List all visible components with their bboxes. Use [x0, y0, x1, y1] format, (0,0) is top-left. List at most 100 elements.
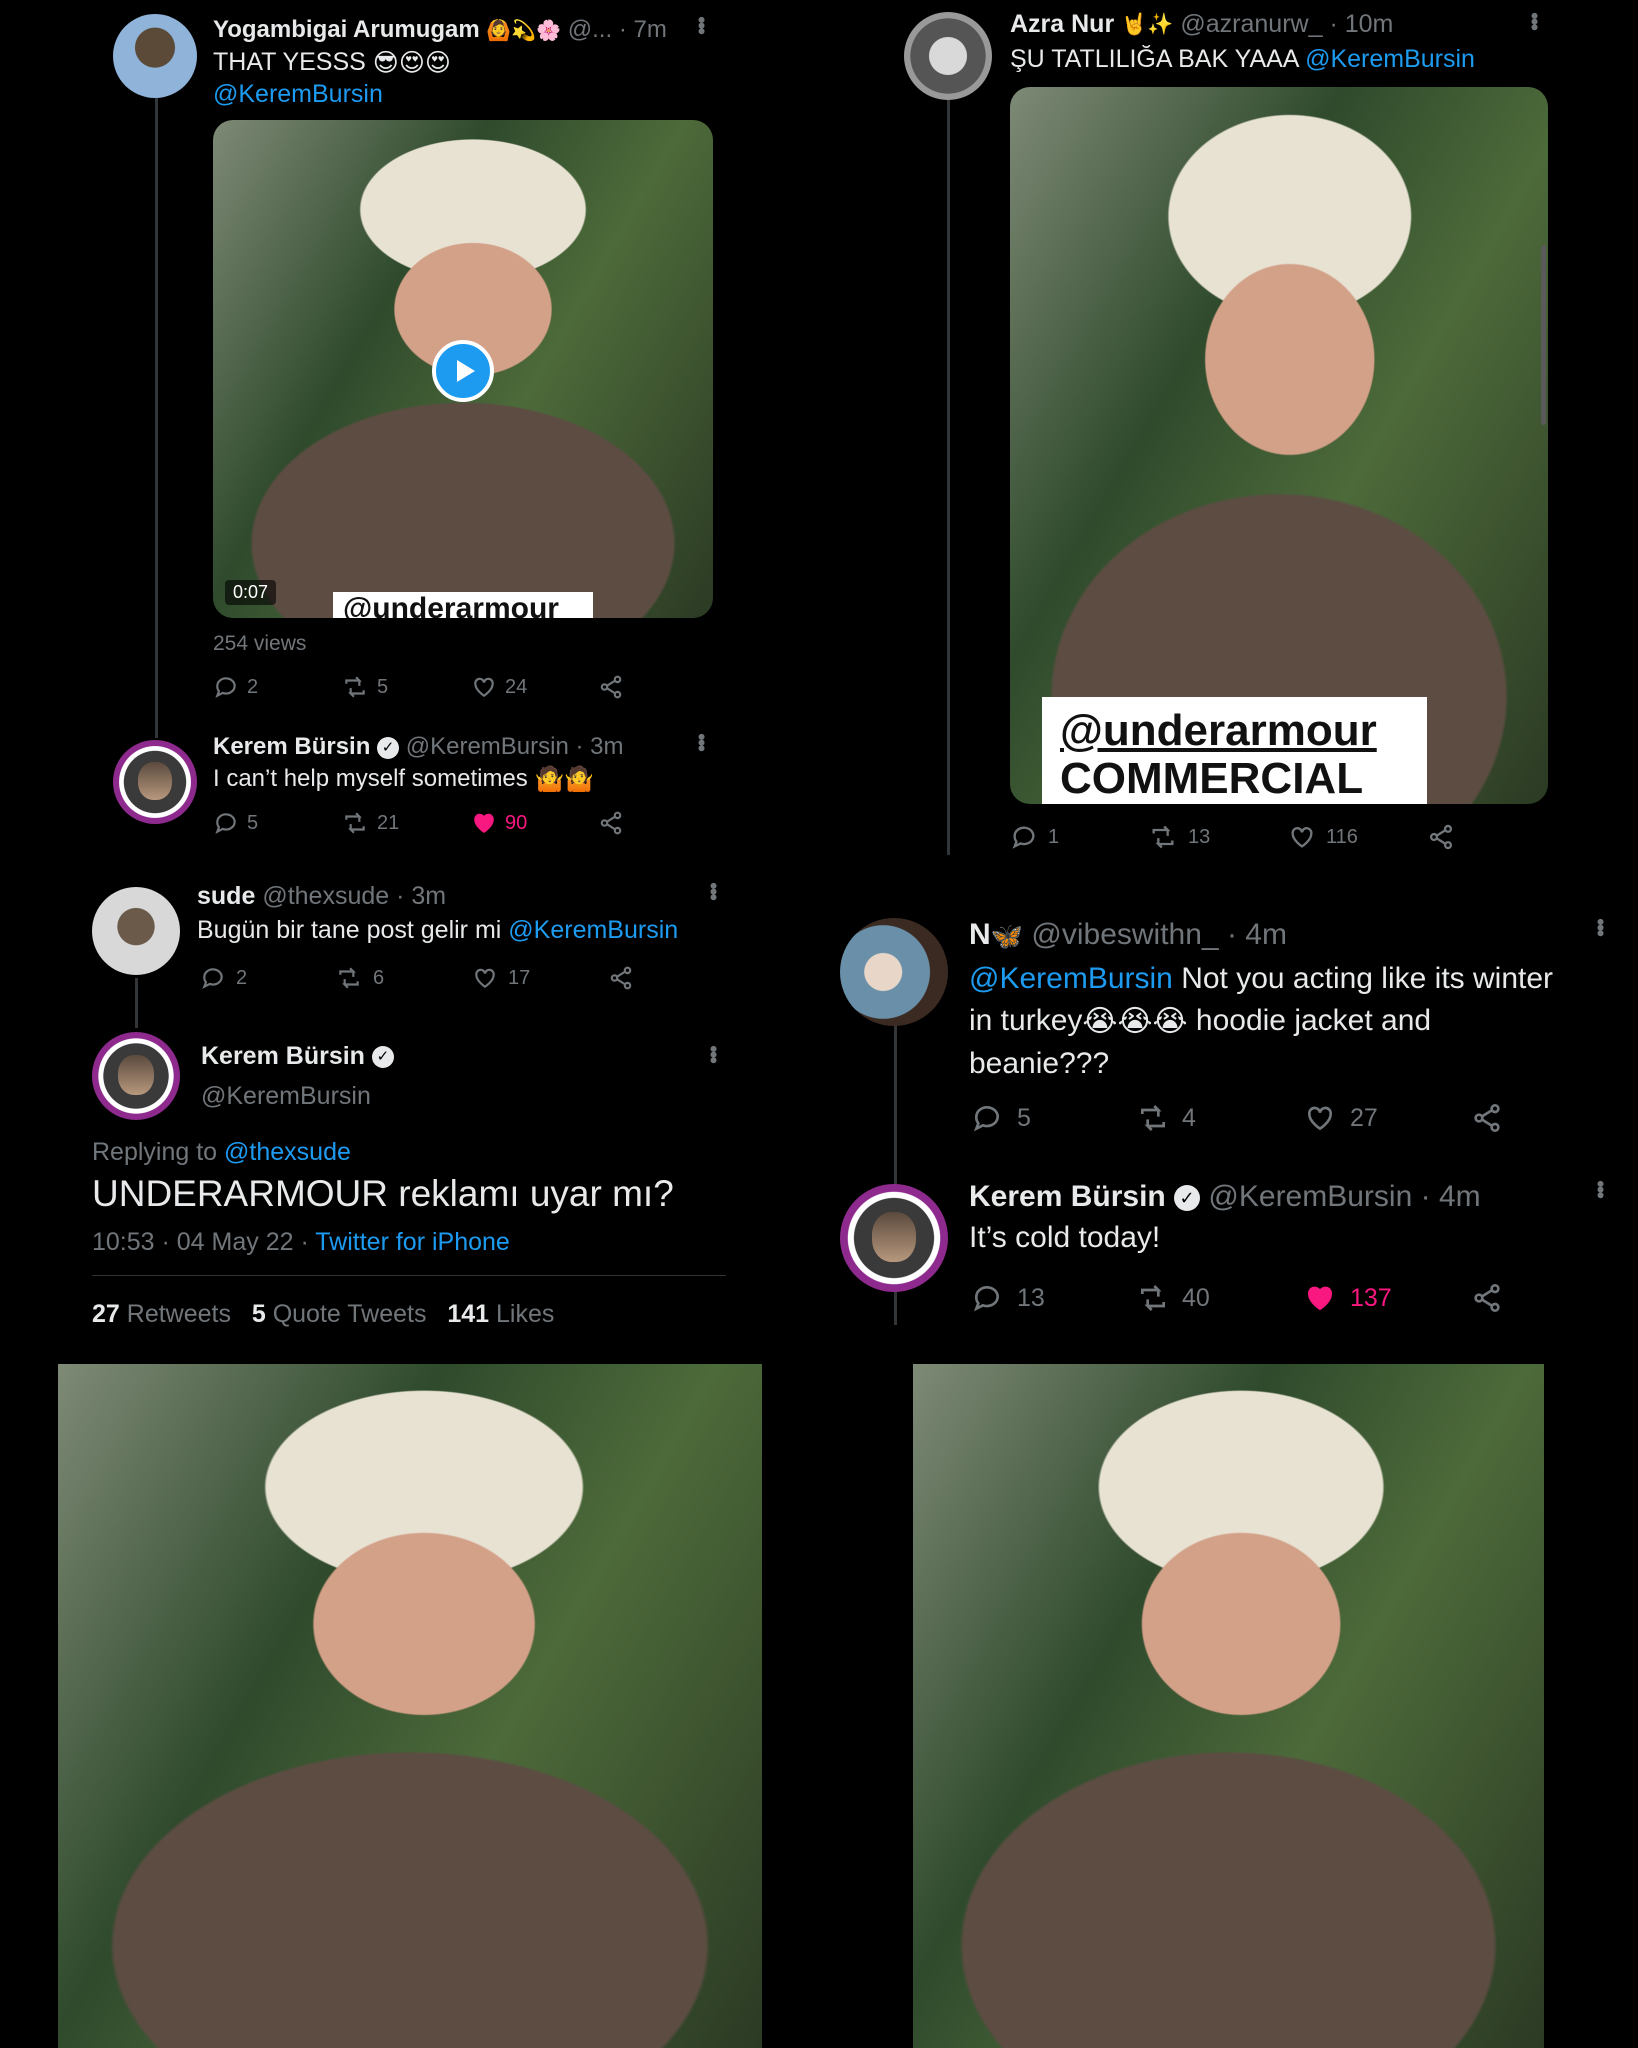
- replying-to-link[interactable]: @thexsude: [224, 1138, 351, 1166]
- like-button[interactable]: 17: [472, 965, 530, 991]
- more-options-icon[interactable]: •••: [1588, 918, 1613, 935]
- detail-stats: 27 Retweets 5 Quote Tweets 141 Likes: [92, 1300, 554, 1329]
- reply-button[interactable]: 2: [213, 674, 258, 700]
- share-button[interactable]: [608, 965, 634, 991]
- avatar-n[interactable]: [840, 918, 948, 1026]
- avatar-kerem[interactable]: [840, 1184, 948, 1292]
- like-button[interactable]: 24: [471, 674, 527, 700]
- share-button[interactable]: [1471, 1282, 1503, 1314]
- like-button[interactable]: 90: [471, 810, 527, 836]
- more-options-icon[interactable]: •••: [689, 16, 714, 33]
- likes-stat[interactable]: 141 Likes: [447, 1300, 554, 1328]
- more-options-icon[interactable]: •••: [689, 733, 714, 750]
- more-options-icon[interactable]: •••: [701, 1045, 726, 1062]
- avatar-kerem[interactable]: [113, 740, 197, 824]
- emoji-group: 😭😭😭: [1082, 1005, 1188, 1039]
- scroll-indicator[interactable]: [1541, 245, 1546, 425]
- avatar-azra[interactable]: [904, 12, 992, 100]
- reply-button[interactable]: 13: [971, 1282, 1045, 1314]
- verified-icon: ✓: [1174, 1185, 1201, 1212]
- author-handle[interactable]: @KeremBursin: [406, 733, 569, 760]
- heart-icon: [475, 968, 495, 988]
- share-button[interactable]: [598, 810, 624, 836]
- tweet-text-body: THAT YESSS: [213, 48, 366, 76]
- more-options-icon[interactable]: •••: [1522, 12, 1547, 29]
- verified-icon: ✓: [377, 736, 400, 759]
- author-handle[interactable]: @azranurw_: [1180, 10, 1322, 38]
- emoji-group: 🙆💫🌸: [486, 20, 562, 43]
- more-options-icon[interactable]: •••: [1588, 1180, 1613, 1197]
- avatar-sude[interactable]: [92, 887, 180, 975]
- like-button[interactable]: 27: [1304, 1102, 1378, 1134]
- retweets-stat[interactable]: 27 Retweets: [92, 1300, 231, 1328]
- mention-link[interactable]: @KeremBursin: [508, 916, 678, 944]
- detail-author: Kerem Bürsin ✓: [201, 1042, 394, 1071]
- video-caption: @underarmour: [333, 592, 593, 618]
- author-handle[interactable]: @...: [568, 16, 612, 43]
- tweet-header: Kerem Bürsin ✓ @KeremBursin · 3m: [213, 733, 623, 761]
- tweet-header: Yogambigai Arumugam 🙆💫🌸 @... · 7m: [213, 16, 667, 44]
- quotes-stat[interactable]: 5 Quote Tweets: [252, 1300, 427, 1328]
- tweet-text: Bugün bir tane post gelir mi @KeremBursi…: [197, 916, 678, 945]
- heart-icon: [474, 813, 494, 833]
- tweet-text-body: in turkey: [969, 1004, 1083, 1037]
- author-name[interactable]: Kerem Bürsin: [201, 1042, 365, 1070]
- quotes-label: Quote Tweets: [272, 1300, 427, 1328]
- tweet-time: · 4m: [1226, 918, 1287, 951]
- like-button[interactable]: 116: [1288, 823, 1358, 851]
- share-button[interactable]: [1471, 1102, 1503, 1134]
- author-handle[interactable]: @KeremBursin: [201, 1082, 371, 1111]
- tweet-actions: 2 6 17: [200, 963, 650, 993]
- mention-link[interactable]: @KeremBursin: [969, 962, 1173, 995]
- retweet-button[interactable]: 13: [1148, 823, 1210, 851]
- avatar-yogambigai[interactable]: [113, 14, 197, 98]
- like-button[interactable]: 137: [1304, 1282, 1392, 1314]
- tweet-time: · 7m: [618, 16, 667, 43]
- quotes-count: 5: [251, 1300, 266, 1328]
- reply-button[interactable]: 2: [200, 965, 247, 991]
- author-name[interactable]: Yogambigai Arumugam: [213, 16, 480, 43]
- more-options-icon[interactable]: •••: [701, 882, 726, 899]
- reply-button[interactable]: 1: [1010, 823, 1059, 851]
- tweet-actions: 5 21 90: [213, 808, 633, 838]
- retweet-count: 21: [377, 811, 400, 834]
- reply-count: 5: [247, 811, 259, 834]
- retweet-button[interactable]: 4: [1136, 1102, 1196, 1134]
- reply-button[interactable]: 5: [213, 810, 258, 836]
- author-name[interactable]: Azra Nur: [1010, 10, 1114, 38]
- retweet-button[interactable]: 40: [1136, 1282, 1210, 1314]
- caption-line: @underarmour: [1060, 706, 1377, 755]
- tweet-time: · 3m: [396, 882, 447, 910]
- detail-timestamp: 10:53 · 04 May 22 ·: [92, 1228, 316, 1256]
- author-name[interactable]: N: [969, 918, 991, 951]
- share-button[interactable]: [598, 674, 624, 700]
- source-link[interactable]: Twitter for iPhone: [315, 1228, 510, 1256]
- author-handle[interactable]: @KeremBursin: [1208, 1180, 1412, 1213]
- tweet-time: · 4m: [1420, 1180, 1481, 1213]
- retweet-button[interactable]: 6: [335, 965, 384, 991]
- tweet-image[interactable]: @underarmour COMMERCIAL: [1010, 87, 1548, 804]
- retweet-button[interactable]: 21: [341, 810, 399, 836]
- tweet-text-body: I can’t help myself sometimes: [213, 765, 528, 792]
- reply-icon: [202, 968, 223, 989]
- mention-link[interactable]: @KeremBursin: [213, 80, 383, 109]
- mention-link[interactable]: @KeremBursin: [1305, 45, 1475, 73]
- verified-icon: ✓: [371, 1046, 394, 1069]
- reply-button[interactable]: 5: [971, 1102, 1031, 1134]
- retweet-button[interactable]: 5: [341, 674, 388, 700]
- author-name[interactable]: Kerem Bürsin: [213, 733, 370, 760]
- author-handle[interactable]: @vibeswithn_: [1031, 918, 1218, 951]
- retweet-icon: [1152, 825, 1174, 849]
- author-name[interactable]: sude: [197, 882, 255, 910]
- retweets-count: 27: [92, 1300, 120, 1328]
- tweet-header: N🦋 @vibeswithn_ · 4m: [969, 918, 1287, 952]
- like-count: 90: [505, 811, 528, 834]
- author-name[interactable]: Kerem Bürsin: [969, 1180, 1166, 1213]
- detail-text: UNDERARMOUR reklamı uyar mı?: [92, 1173, 674, 1214]
- play-icon[interactable]: [432, 340, 494, 402]
- share-button[interactable]: [1427, 823, 1455, 851]
- share-icon: [600, 675, 622, 699]
- author-handle[interactable]: @thexsude: [262, 882, 389, 910]
- tweet-video[interactable]: 0:07 @underarmour: [213, 120, 713, 618]
- avatar-kerem[interactable]: [92, 1032, 180, 1120]
